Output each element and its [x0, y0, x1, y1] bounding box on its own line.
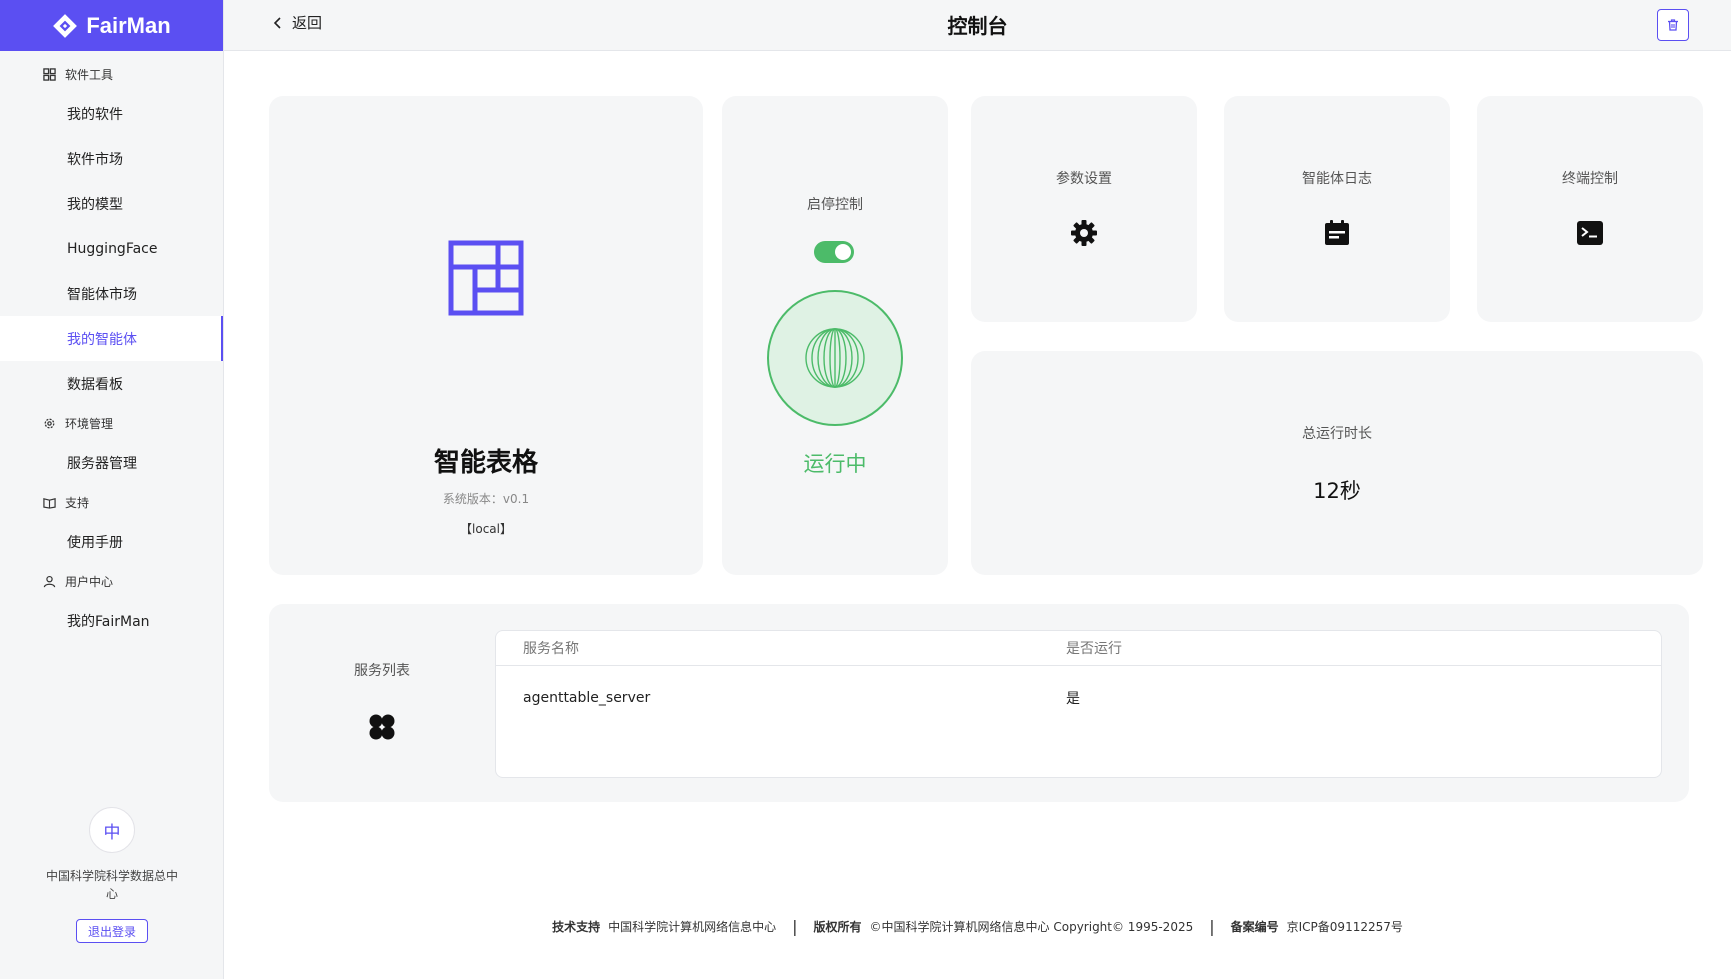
services-card: 服务列表 服务名称 是否运行 agenttable_server 是	[269, 604, 1689, 802]
footer-divider: |	[1209, 916, 1215, 936]
sidebar-item-my-fairman[interactable]: 我的FairMan	[0, 598, 223, 643]
app-version: 系统版本：v0.1	[442, 492, 530, 506]
back-button[interactable]: 返回	[272, 0, 322, 45]
top-header: 控制台 返回	[224, 0, 1731, 51]
menu-group-title: 环境管理	[65, 416, 114, 431]
runtime-label: 总运行时长	[1302, 426, 1372, 442]
page-title: 控制台	[947, 13, 1008, 38]
toggle-knob	[835, 244, 851, 260]
user-icon	[43, 575, 56, 587]
chevron-left-icon	[273, 16, 281, 29]
menu-group-support: 支持	[0, 485, 223, 519]
footer-icp: 备案编号 京ICP备09112257号	[1230, 919, 1403, 934]
trash-icon	[1668, 19, 1678, 31]
delete-button[interactable]	[1657, 9, 1689, 41]
gear-icon	[44, 418, 55, 428]
page-footer: 技术支持 中国科学院计算机网络信息中心 | 版权所有 ©中国科学院计算机网络信息中心…	[224, 916, 1731, 936]
agent-logs-card[interactable]: 智能体日志	[1224, 96, 1450, 322]
params-label: 参数设置	[1056, 171, 1112, 187]
calendar-log-icon	[1325, 220, 1349, 245]
brand-logo[interactable]: FairMan	[0, 0, 223, 51]
sidebar-menu: 软件工具 我的软件 软件市场 我的模型 HuggingFace 智能体市场 我的…	[0, 57, 223, 643]
status-indicator	[767, 290, 903, 426]
sidebar-item-dashboard[interactable]: 数据看板	[0, 361, 223, 406]
status-text: 运行中	[803, 452, 867, 476]
table-row[interactable]: agenttable_server 是	[496, 666, 1661, 729]
sidebar: FairMan 软件工具 我的软件 软件市场 我的模型 HuggingFace …	[0, 0, 224, 979]
service-running-cell: 是	[1066, 690, 1080, 707]
avatar[interactable]: 中	[89, 807, 135, 853]
back-label: 返回	[292, 14, 323, 32]
grid-icon	[43, 67, 56, 81]
brand-name: FairMan	[86, 12, 171, 38]
sidebar-item-my-models[interactable]: 我的模型	[0, 181, 223, 226]
footer-copyright: 版权所有 ©中国科学院计算机网络信息中心 Copyright© 1995-2025	[813, 919, 1194, 934]
app-name: 智能表格	[433, 448, 538, 478]
globe-icon	[805, 328, 865, 388]
menu-group-env-management: 环境管理	[0, 406, 223, 440]
book-icon	[43, 497, 56, 509]
table-grid-icon	[448, 240, 524, 316]
params-settings-card[interactable]: 参数设置	[971, 96, 1197, 322]
footer-divider: |	[792, 916, 798, 936]
logs-label: 智能体日志	[1302, 171, 1372, 187]
menu-group-title: 用户中心	[65, 574, 114, 589]
menu-group-title: 支持	[65, 495, 90, 510]
footer-support: 技术支持 中国科学院计算机网络信息中心	[552, 919, 777, 934]
runtime-value: 12秒	[1313, 479, 1361, 503]
app-info-card: 智能表格 系统版本：v0.1 【local】	[269, 96, 703, 575]
clover-icon	[369, 714, 395, 740]
fairman-logo-icon	[53, 13, 78, 38]
control-title: 启停控制	[807, 197, 863, 213]
table-header: 服务名称 是否运行	[496, 631, 1661, 666]
column-header-service-name: 服务名称	[523, 641, 579, 657]
user-box: 中 中国科学院科学数据总中心 退出登录	[0, 807, 224, 943]
menu-group-user-center: 用户中心	[0, 564, 223, 598]
menu-group-title: 软件工具	[65, 67, 114, 82]
sidebar-item-my-software[interactable]: 我的软件	[0, 91, 223, 136]
sidebar-item-user-manual[interactable]: 使用手册	[0, 519, 223, 564]
terminal-control-card[interactable]: 终端控制	[1477, 96, 1703, 322]
sidebar-item-my-agents[interactable]: 我的智能体	[0, 316, 223, 361]
terminal-icon	[1577, 221, 1603, 245]
service-name-cell: agenttable_server	[523, 689, 651, 706]
sidebar-item-software-market[interactable]: 软件市场	[0, 136, 223, 181]
menu-group-software-tools: 软件工具	[0, 57, 223, 91]
services-label: 服务列表	[354, 663, 410, 679]
run-toggle[interactable]	[814, 241, 854, 263]
logout-button[interactable]: 退出登录	[75, 919, 148, 943]
column-header-running: 是否运行	[1066, 641, 1122, 657]
sidebar-item-huggingface[interactable]: HuggingFace	[0, 226, 223, 271]
sidebar-item-agent-market[interactable]: 智能体市场	[0, 271, 223, 316]
gear-icon	[1071, 220, 1097, 246]
sidebar-item-server-management[interactable]: 服务器管理	[0, 440, 223, 485]
services-table: 服务名称 是否运行 agenttable_server 是	[495, 630, 1662, 778]
start-stop-card: 启停控制 运行中	[722, 96, 948, 575]
total-runtime-card: 总运行时长 12秒	[971, 351, 1703, 575]
terminal-label: 终端控制	[1562, 171, 1618, 187]
org-name: 中国科学院科学数据总中心	[45, 869, 178, 901]
app-environment: 【local】	[460, 522, 512, 536]
